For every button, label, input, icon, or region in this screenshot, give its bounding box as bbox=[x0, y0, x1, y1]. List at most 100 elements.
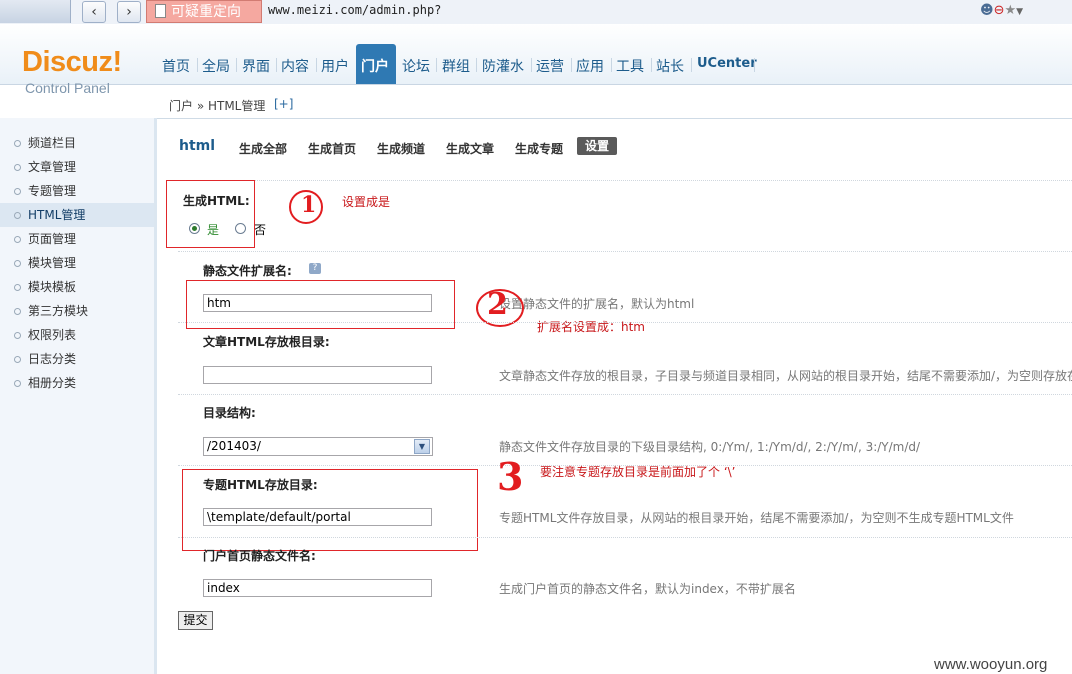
tab-generate-all[interactable]: 生成全部 bbox=[239, 140, 287, 157]
ext-label: 静态文件扩展名: bbox=[203, 264, 292, 278]
bullet-icon bbox=[14, 188, 21, 195]
chevron-down-icon[interactable]: ▼ bbox=[414, 439, 430, 454]
nav-separator bbox=[436, 58, 437, 72]
bullet-icon bbox=[14, 212, 21, 219]
article-dir-label: 文章HTML存放根目录: bbox=[203, 335, 330, 349]
bullet-icon bbox=[14, 332, 21, 339]
sidebar-item-label: 日志分类 bbox=[28, 352, 77, 366]
bullet-icon bbox=[14, 236, 21, 243]
dir-structure-label: 目录结构: bbox=[203, 406, 256, 420]
annotation-box-1 bbox=[166, 180, 255, 248]
back-button[interactable]: ‹ bbox=[82, 1, 106, 23]
sidebar-item-album-categories[interactable]: 相册分类 bbox=[0, 371, 154, 395]
sidebar-item-html[interactable]: HTML管理 bbox=[0, 203, 154, 227]
address-bar[interactable]: www.meizi.com/admin.php? bbox=[268, 3, 441, 17]
sidebar-item-label: HTML管理 bbox=[28, 208, 86, 222]
dir-structure-select[interactable]: /201403/ bbox=[203, 437, 433, 456]
sidebar-item-third-party[interactable]: 第三方模块 bbox=[0, 299, 154, 323]
discuz-logo: Discuz! bbox=[22, 46, 122, 78]
nav-separator bbox=[691, 58, 692, 72]
suspicious-redirect-badge[interactable]: 可疑重定向 bbox=[146, 0, 262, 23]
nav-separator bbox=[476, 58, 477, 72]
tab-generate-topic[interactable]: 生成专题 bbox=[515, 140, 563, 157]
sidebar-item-label: 页面管理 bbox=[28, 232, 77, 246]
index-name-label: 门户首页静态文件名: bbox=[203, 549, 316, 563]
radio-no-label: 否 bbox=[254, 223, 267, 237]
nav-users[interactable]: 用户 bbox=[321, 56, 349, 76]
tab-generate-channel[interactable]: 生成频道 bbox=[377, 140, 425, 157]
divider bbox=[178, 394, 1072, 395]
topic-dir-hint: 专题HTML文件存放目录，从网站的根目录开始，结尾不需要添加/，为空则不生成专题… bbox=[499, 511, 1014, 525]
divider bbox=[178, 537, 1072, 538]
breadcrumb: 门户 » HTML管理 bbox=[169, 99, 266, 113]
annotation-number-2: 2 bbox=[487, 287, 508, 322]
sidebar-item-channels[interactable]: 频道栏目 bbox=[0, 131, 154, 155]
divider bbox=[178, 251, 1072, 252]
browser-icon-area bbox=[0, 0, 71, 23]
sidebar-item-label: 模块模板 bbox=[28, 280, 77, 294]
nav-separator bbox=[236, 58, 237, 72]
forward-arrow-icon: › bbox=[126, 4, 132, 20]
bullet-icon bbox=[14, 164, 21, 171]
nav-antispam[interactable]: 防灌水 bbox=[482, 56, 524, 76]
nav-operations[interactable]: 运营 bbox=[536, 56, 564, 76]
annotation-text-1: 设置成是 bbox=[342, 195, 391, 209]
sidebar-item-label: 频道栏目 bbox=[28, 136, 77, 150]
sidebar-item-permissions[interactable]: 权限列表 bbox=[0, 323, 154, 347]
index-name-hint: 生成门户首页的静态文件名，默认为index，不带扩展名 bbox=[499, 582, 796, 596]
star-icon: ★ bbox=[1004, 3, 1017, 18]
sidebar-item-topics[interactable]: 专题管理 bbox=[0, 179, 154, 203]
bullet-icon bbox=[14, 380, 21, 387]
nav-separator bbox=[571, 58, 572, 72]
page-icon bbox=[155, 4, 166, 18]
nav-portal[interactable]: 门户 bbox=[361, 56, 389, 76]
index-name-input[interactable]: index bbox=[203, 579, 432, 597]
dropdown-icon: ▼ bbox=[1016, 7, 1024, 17]
logo-subtitle: Control Panel bbox=[25, 80, 110, 96]
nav-forum[interactable]: 论坛 bbox=[402, 56, 430, 76]
submit-button[interactable]: 提交 bbox=[178, 611, 213, 630]
bullet-icon bbox=[14, 308, 21, 315]
add-shortcut-link[interactable]: [+] bbox=[274, 97, 293, 111]
sidebar-item-label: 第三方模块 bbox=[28, 304, 89, 318]
nav-ucenter[interactable]: UCenter bbox=[697, 56, 757, 71]
article-dir-hint: 文章静态文件存放的根目录，子目录与频道目录相同，从网站的根目录开始，结尾不需要添… bbox=[499, 369, 1072, 383]
nav-separator bbox=[316, 58, 317, 72]
sidebar-item-label: 专题管理 bbox=[28, 184, 77, 198]
bullet-icon bbox=[14, 260, 21, 267]
nav-apps[interactable]: 应用 bbox=[576, 56, 604, 76]
nav-home[interactable]: 首页 bbox=[162, 56, 190, 76]
annotation-text-3: 要注意专题存放目录是前面加了个 ‘\’ bbox=[540, 465, 736, 479]
sidebar-item-label: 权限列表 bbox=[28, 328, 77, 342]
sidebar-item-block-templates[interactable]: 模块模板 bbox=[0, 275, 154, 299]
annotation-text-2: 扩展名设置成：htm bbox=[537, 320, 646, 334]
nav-global[interactable]: 全局 bbox=[202, 56, 230, 76]
sidebar-item-articles[interactable]: 文章管理 bbox=[0, 155, 154, 179]
nav-groups[interactable]: 群组 bbox=[442, 56, 470, 76]
sidebar-item-label: 文章管理 bbox=[28, 160, 77, 174]
tab-generate-home[interactable]: 生成首页 bbox=[308, 140, 356, 157]
address-bar-icons: ☻⊖★▼ bbox=[980, 3, 1023, 18]
sidebar-item-log-categories[interactable]: 日志分类 bbox=[0, 347, 154, 371]
bullet-icon bbox=[14, 356, 21, 363]
tab-settings[interactable]: 设置 bbox=[577, 137, 617, 155]
forward-button[interactable]: › bbox=[117, 1, 141, 23]
nav-webmaster[interactable]: 站长 bbox=[656, 56, 684, 76]
help-icon[interactable]: ? bbox=[309, 263, 321, 274]
annotation-number-3: 3 bbox=[497, 454, 524, 499]
redirect-label: 可疑重定向 bbox=[171, 4, 241, 20]
nav-interface[interactable]: 界面 bbox=[242, 56, 270, 76]
nav-tools[interactable]: 工具 bbox=[616, 56, 644, 76]
sidebar-item-pages[interactable]: 页面管理 bbox=[0, 227, 154, 251]
tab-generate-article[interactable]: 生成文章 bbox=[446, 140, 494, 157]
nav-separator bbox=[531, 58, 532, 72]
breadcrumb-bar bbox=[157, 86, 1072, 119]
sidebar-item-label: 模块管理 bbox=[28, 256, 77, 270]
user-icon: ☻ bbox=[980, 3, 994, 18]
article-dir-input[interactable] bbox=[203, 366, 432, 384]
annotation-number-1: 1 bbox=[301, 192, 317, 218]
nav-separator bbox=[754, 58, 755, 72]
sidebar-item-blocks[interactable]: 模块管理 bbox=[0, 251, 154, 275]
page-title: html bbox=[179, 138, 216, 154]
nav-content[interactable]: 内容 bbox=[281, 56, 309, 76]
